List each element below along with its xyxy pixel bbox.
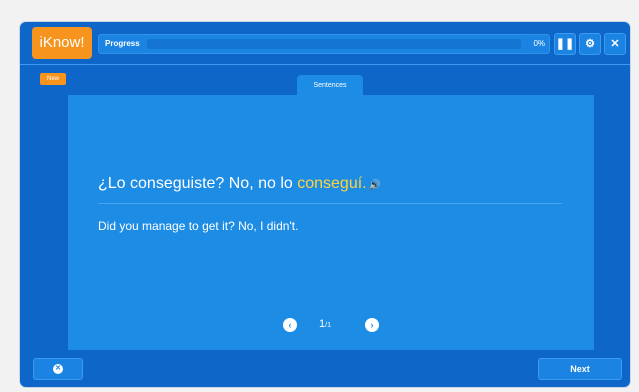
next-button[interactable]: Next xyxy=(538,358,622,380)
progress-percent: 0% xyxy=(533,39,545,48)
prev-page-button[interactable]: ‹ xyxy=(283,318,297,332)
translation-text: Did you manage to get it? No, I didn't. xyxy=(98,219,299,233)
sentence-highlight: conseguí. xyxy=(297,175,367,192)
pause-button[interactable]: ❚❚ xyxy=(554,33,576,55)
close-button[interactable]: ✕ xyxy=(604,33,626,55)
page-total: /1 xyxy=(325,322,331,329)
sentence-prefix: ¿Lo conseguiste? No, no lo xyxy=(98,175,298,192)
progress-track xyxy=(147,39,521,49)
logo: iKnow! xyxy=(32,27,92,59)
tab-sentences[interactable]: Sentences xyxy=(297,75,363,97)
pager: ‹ 1/1 › xyxy=(283,318,379,336)
sentence-text: ¿Lo conseguiste? No, no lo conseguí. 🔊 xyxy=(98,175,381,193)
next-page-button[interactable]: › xyxy=(365,318,379,332)
page-indicator: 1/1 xyxy=(319,318,331,330)
close-circle-icon: ✕ xyxy=(53,364,63,374)
speaker-icon[interactable]: 🔊 xyxy=(369,180,381,191)
sentence-divider xyxy=(98,203,562,204)
pause-icon: ❚❚ xyxy=(555,38,575,50)
progress-label: Progress xyxy=(105,39,140,48)
app-window: iKnow! Progress 0% ❚❚ ⚙ ✕ New Sentences … xyxy=(20,22,630,387)
header-divider xyxy=(20,64,630,65)
close-icon: ✕ xyxy=(610,38,620,50)
chevron-left-icon: ‹ xyxy=(288,320,292,330)
settings-button[interactable]: ⚙ xyxy=(579,33,601,55)
progress-bar: Progress 0% xyxy=(98,34,550,54)
gear-icon: ⚙ xyxy=(585,38,595,50)
study-card: ¿Lo conseguiste? No, no lo conseguí. 🔊 Di… xyxy=(68,95,594,350)
new-badge: New xyxy=(40,73,66,85)
exit-button[interactable]: ✕ xyxy=(33,358,83,380)
chevron-right-icon: › xyxy=(370,320,374,330)
